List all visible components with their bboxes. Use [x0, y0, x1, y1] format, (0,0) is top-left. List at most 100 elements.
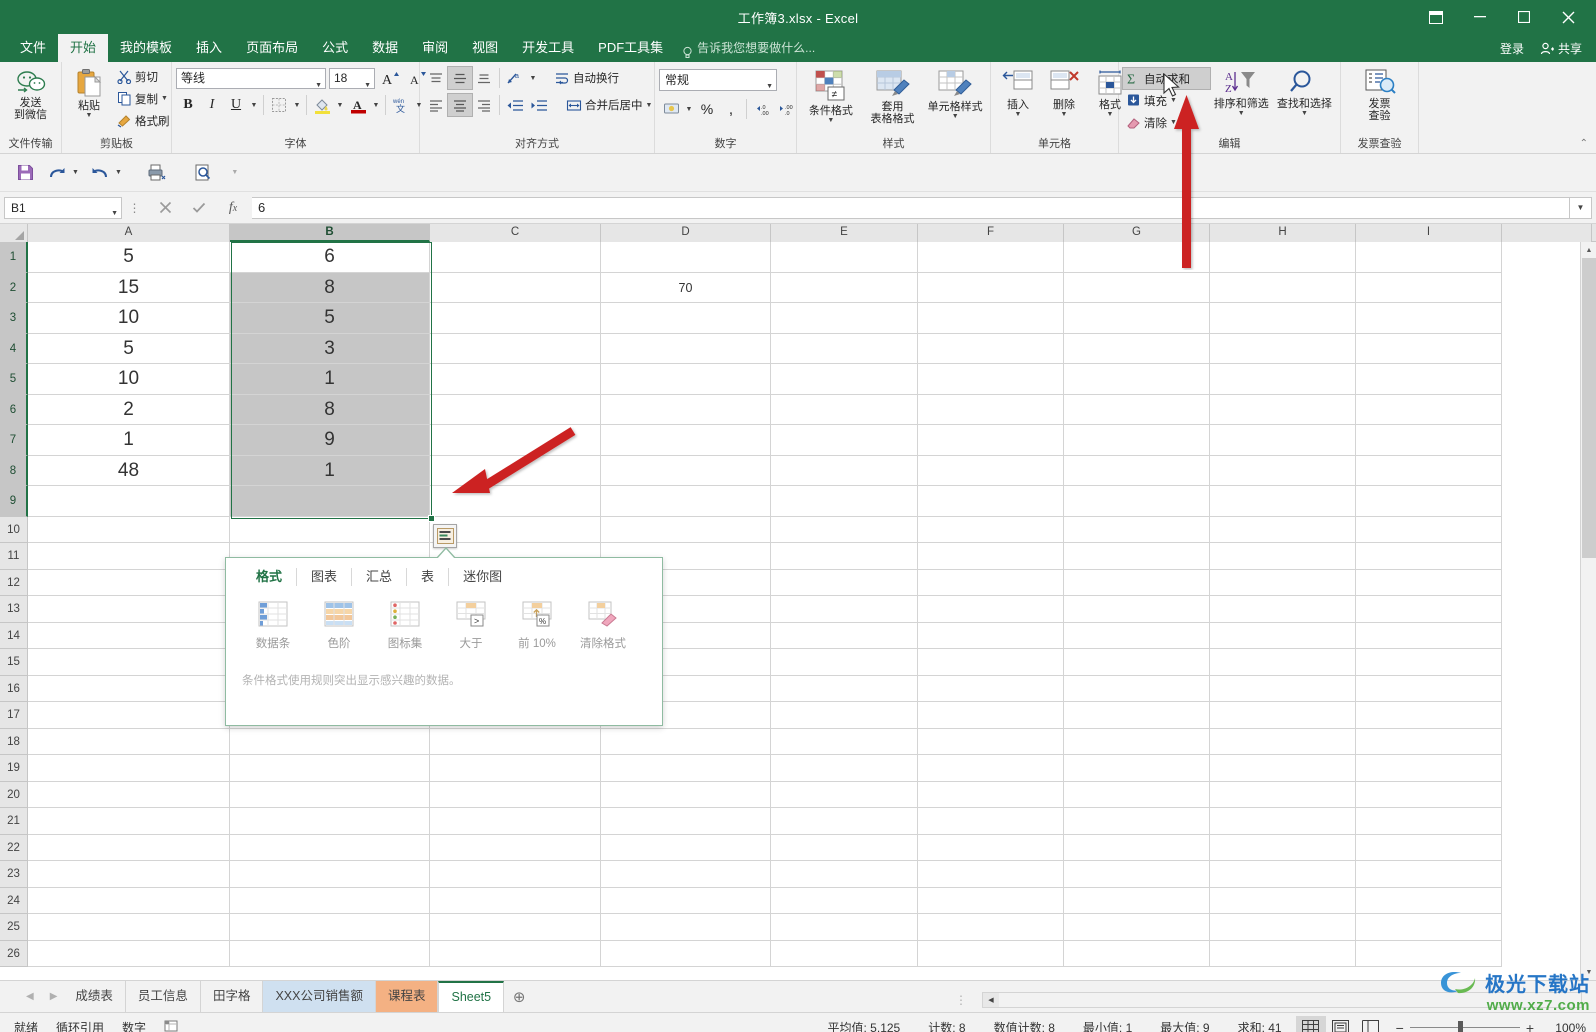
cell-G16[interactable]	[1064, 676, 1210, 701]
cell-F5[interactable]	[918, 364, 1064, 394]
cell-H11[interactable]	[1210, 543, 1356, 569]
cell-G19[interactable]	[1064, 755, 1210, 781]
format-as-table-button[interactable]: 套用 表格格式	[861, 67, 925, 127]
cell-A9[interactable]	[28, 486, 230, 516]
column-header-C[interactable]: C	[430, 224, 601, 242]
cell-F25[interactable]	[918, 914, 1064, 940]
column-header-I[interactable]: I	[1356, 224, 1502, 242]
ribbon-tab-home[interactable]: 开始	[58, 34, 109, 62]
cell-D19[interactable]	[601, 755, 771, 781]
cell-D9[interactable]	[601, 486, 771, 516]
cell-styles-button[interactable]: 单元格样式 ▼	[924, 67, 986, 122]
redo-button[interactable]: ▼	[42, 160, 83, 186]
column-header-H[interactable]: H	[1210, 224, 1356, 242]
cell-H17[interactable]	[1210, 702, 1356, 728]
cell-E19[interactable]	[771, 755, 918, 781]
cell-I26[interactable]	[1356, 941, 1502, 966]
sheet-nav-prev-icon[interactable]: ◀	[26, 991, 34, 1002]
cell-G18[interactable]	[1064, 729, 1210, 754]
row-header-26[interactable]: 26	[0, 941, 28, 967]
undo-chevron-down-icon[interactable]: ▼	[115, 169, 126, 176]
cell-D1[interactable]	[601, 242, 771, 272]
cell-I19[interactable]	[1356, 755, 1502, 781]
cell-D4[interactable]	[601, 334, 771, 363]
cell-A17[interactable]	[28, 702, 230, 728]
cell-G26[interactable]	[1064, 941, 1210, 966]
qa-tab-sparklines[interactable]: 迷你图	[449, 568, 516, 586]
cell-I13[interactable]	[1356, 596, 1502, 622]
undo-button[interactable]: ▼	[85, 160, 126, 186]
vertical-scrollbar[interactable]: ▲ ▼	[1580, 242, 1596, 980]
format-painter-button[interactable]: 格式刷	[114, 110, 173, 131]
ribbon-tab-pdftools[interactable]: PDF工具集	[586, 34, 675, 62]
status-max[interactable]: 最大值: 9	[1146, 1019, 1223, 1032]
font-size-input[interactable]: 18 ▼	[329, 67, 375, 89]
scroll-split-handle[interactable]: ⋮	[955, 993, 982, 1007]
cell-F23[interactable]	[918, 861, 1064, 887]
undo-icon[interactable]	[85, 160, 115, 186]
cell-E5[interactable]	[771, 364, 918, 394]
font-name-input[interactable]: 等线 ▼	[176, 67, 326, 89]
sort-filter-button[interactable]: A Z 排序和筛选 ▼	[1210, 67, 1273, 119]
ribbon-tab-insert[interactable]: 插入	[184, 34, 234, 62]
cell-A5[interactable]: 10	[28, 364, 230, 394]
cell-A24[interactable]	[28, 888, 230, 913]
align-right-button[interactable]	[472, 94, 496, 116]
cell-A11[interactable]	[28, 543, 230, 569]
percent-style-button[interactable]: %	[695, 98, 719, 120]
cell-I24[interactable]	[1356, 888, 1502, 913]
cell-I3[interactable]	[1356, 303, 1502, 333]
ribbon-tab-file[interactable]: 文件	[8, 34, 58, 62]
quick-print-icon[interactable]	[142, 160, 172, 186]
cell-G13[interactable]	[1064, 596, 1210, 622]
status-count[interactable]: 计数: 8	[914, 1019, 979, 1032]
ribbon-tab-formulas[interactable]: 公式	[310, 34, 360, 62]
merge-center-chevron-down-icon[interactable]: ▼	[646, 102, 653, 109]
scroll-down-icon[interactable]: ▼	[1581, 964, 1596, 980]
decrease-decimal-button[interactable]: .00.0	[774, 98, 798, 120]
cell-C1[interactable]	[430, 242, 601, 272]
cell-I15[interactable]	[1356, 649, 1502, 675]
cell-E23[interactable]	[771, 861, 918, 887]
cell-B3[interactable]: 5	[230, 303, 430, 333]
qa-item-clear-format[interactable]: 清除格式	[570, 598, 636, 654]
cell-G14[interactable]	[1064, 623, 1210, 648]
increase-indent-button[interactable]	[527, 94, 551, 116]
underline-chevron-down-icon[interactable]: ▼	[248, 94, 260, 116]
cell-G7[interactable]	[1064, 425, 1210, 455]
sheet-tab-xxx-sales[interactable]: XXX公司销售额	[263, 981, 376, 1012]
cell-A4[interactable]: 5	[28, 334, 230, 363]
cell-styles-chevron-down-icon[interactable]: ▼	[952, 113, 959, 120]
cell-A26[interactable]	[28, 941, 230, 966]
row-header-14[interactable]: 14	[0, 623, 28, 649]
cell-A3[interactable]: 10	[28, 303, 230, 333]
cell-F18[interactable]	[918, 729, 1064, 754]
cell-C22[interactable]	[430, 835, 601, 860]
page-layout-view-button[interactable]	[1326, 1016, 1356, 1032]
cell-G23[interactable]	[1064, 861, 1210, 887]
column-header-extra[interactable]	[1502, 224, 1592, 242]
cell-I8[interactable]	[1356, 456, 1502, 485]
qa-item-top-10-percent[interactable]: % 前 10%	[504, 598, 570, 654]
cell-I1[interactable]	[1356, 242, 1502, 272]
cell-D18[interactable]	[601, 729, 771, 754]
zoom-slider[interactable]: − +	[1386, 1020, 1544, 1032]
cell-I16[interactable]	[1356, 676, 1502, 701]
cell-C24[interactable]	[430, 888, 601, 913]
cell-D23[interactable]	[601, 861, 771, 887]
cell-A13[interactable]	[28, 596, 230, 622]
row-header-22[interactable]: 22	[0, 835, 28, 861]
sheet-tab-sheet5[interactable]: Sheet5	[438, 981, 505, 1012]
cell-G1[interactable]	[1064, 242, 1210, 272]
formula-input[interactable]: 6	[252, 196, 1570, 219]
decrease-indent-button[interactable]	[503, 94, 527, 116]
align-top-button[interactable]	[424, 67, 448, 89]
column-header-A[interactable]: A	[28, 224, 230, 242]
row-header-21[interactable]: 21	[0, 808, 28, 835]
cell-D21[interactable]	[601, 808, 771, 834]
cell-E12[interactable]	[771, 570, 918, 595]
cell-B24[interactable]	[230, 888, 430, 913]
cell-A12[interactable]	[28, 570, 230, 595]
horizontal-scrollbar[interactable]: ◀	[982, 992, 1582, 1008]
cell-F1[interactable]	[918, 242, 1064, 272]
